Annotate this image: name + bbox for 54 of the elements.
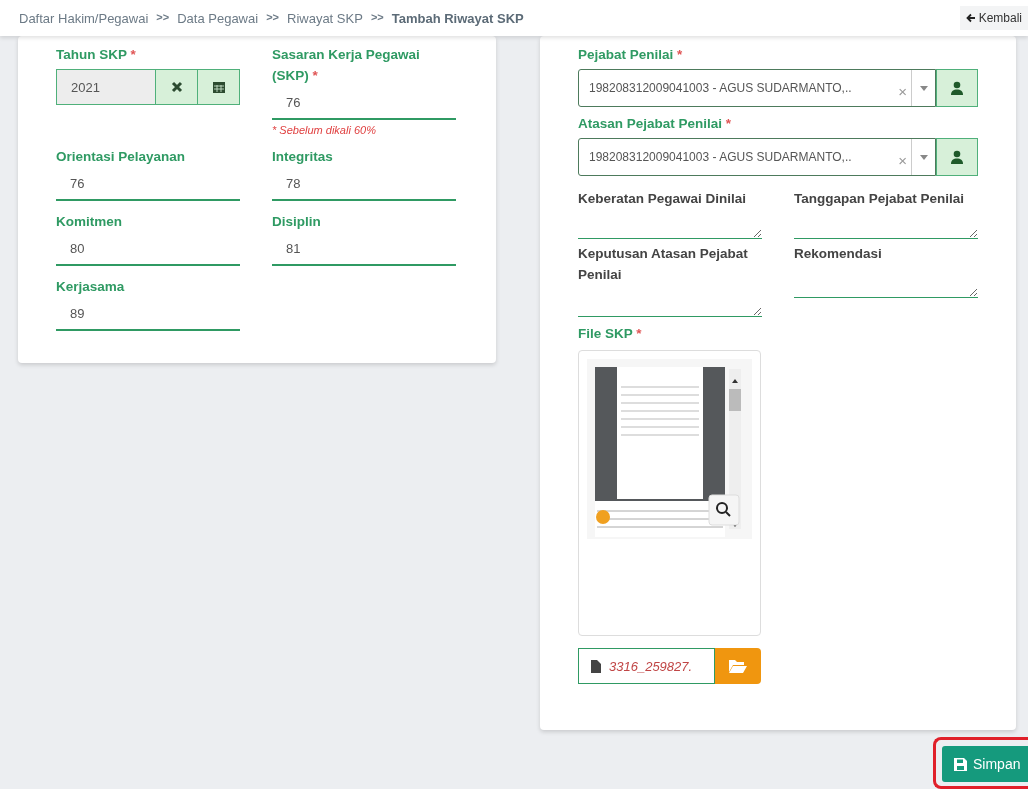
calendar-icon [212,81,225,93]
person-button[interactable] [936,138,978,176]
score-input[interactable]: 76 [56,167,240,201]
calendar-button[interactable] [197,70,239,104]
caret-icon [919,85,928,91]
field-label: Komitmen [56,213,123,231]
breadcrumb-link[interactable]: Riwayat SKP [287,10,363,26]
field-label: Pejabat Penilai * [578,46,684,64]
field-label: Integritas [272,148,334,166]
breadcrumb-link[interactable]: Daftar Hakim/Pegawai [19,10,149,26]
field-label: Rekomendasi [794,245,883,263]
select-field[interactable]: 198208312009041003 - AGUS SUDARMANTO,.. × [578,138,936,176]
select-field[interactable]: 198208312009041003 - AGUS SUDARMANTO,.. × [578,69,936,107]
required-mark: * [312,68,318,83]
file-name: 3316_259827. [609,658,693,674]
required-mark: * [636,326,642,341]
score-input[interactable]: 78 [272,167,456,201]
required-mark: * [725,116,732,131]
field-label: Disiplin [272,213,322,231]
back-button[interactable]: Kembali [959,6,1028,30]
required-mark: * [130,47,136,62]
field-label: Kerjasama [56,278,126,296]
person-icon [950,150,964,164]
score-input[interactable]: 80 [56,232,240,266]
person-icon [950,81,964,95]
close-icon [170,81,183,93]
field-note: * Sebelum dikali 60% [272,124,377,136]
breadcrumb-separator: >> [156,10,170,25]
required-mark: * [677,47,683,62]
field-label: Tanggapan Pejabat Penilai [794,190,966,208]
field-label: File SKP * [578,325,643,343]
score-input[interactable]: 81 [272,232,456,266]
score-input[interactable]: 89 [56,297,240,331]
field-label: Keputusan Atasan Pejabat Penilai [578,245,749,284]
field-label: Orientasi Pelayanan [56,148,187,166]
year-picker[interactable]: 2021 [56,69,240,105]
field-label: Tahun SKP * [56,46,137,64]
save-button[interactable]: Simpan [942,746,1028,782]
clear-button[interactable] [155,70,197,104]
breadcrumb-link[interactable]: Data Pegawai [177,10,259,26]
caret-icon [919,154,928,160]
score-input[interactable]: 76 [272,86,456,120]
field-label: Keberatan Pegawai Dinilai [578,190,748,208]
breadcrumb-separator: >> [370,10,384,25]
year-input[interactable]: 2021 [57,70,155,104]
arrow-left-icon [965,13,976,23]
person-button[interactable] [936,69,978,107]
field-label: Sasaran Kerja Pegawai (SKP) * [272,46,421,85]
folder-icon [729,659,747,673]
breadcrumb-separator: >> [266,10,279,25]
browse-button[interactable] [715,648,761,684]
file-icon [591,659,601,673]
field-label: Atasan Pejabat Penilai * [578,115,733,133]
file-field[interactable]: 3316_259827. [578,648,715,684]
